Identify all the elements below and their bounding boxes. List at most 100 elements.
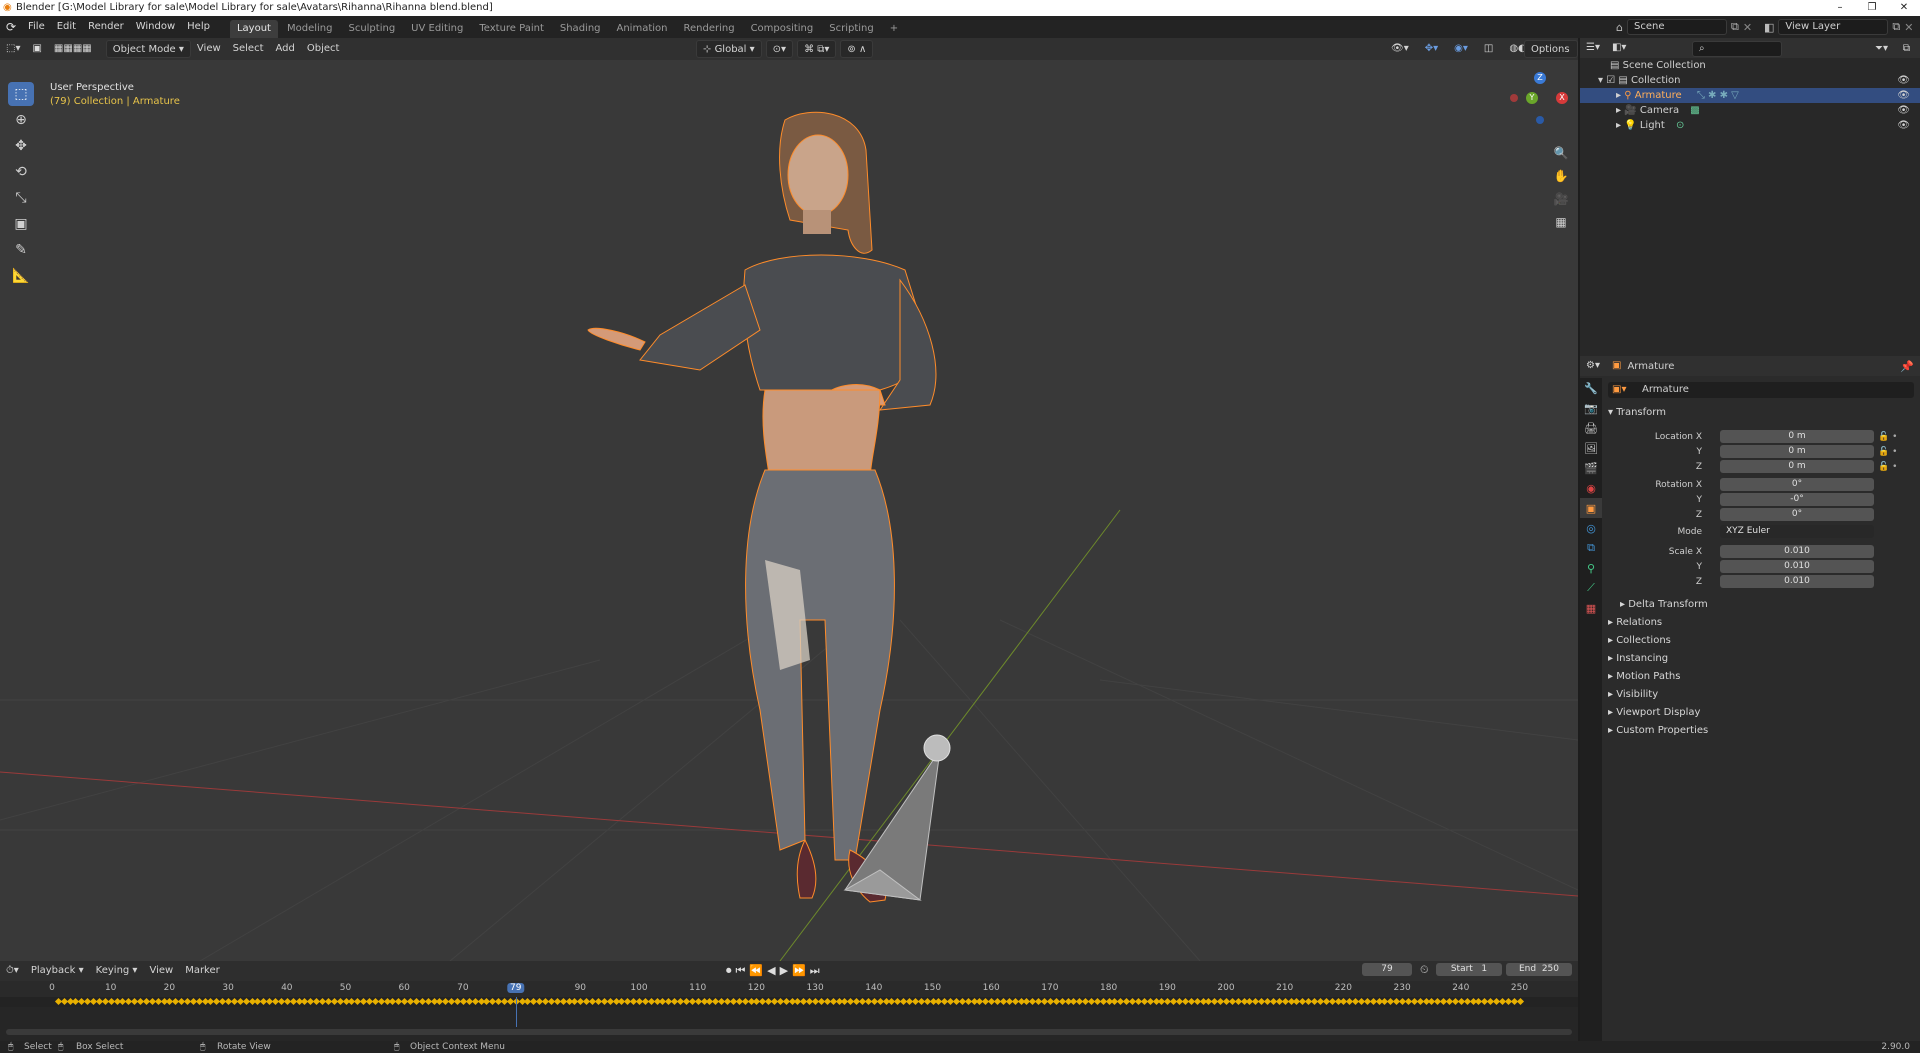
proportional-editing-icon[interactable]: ⊚ ∧ — [840, 40, 874, 58]
add-workspace-button[interactable]: + — [883, 20, 905, 38]
new-view-layer-icon[interactable]: ⧉ — [1892, 20, 1900, 34]
expand-icon[interactable]: ▾ — [1598, 75, 1603, 86]
snap-icon[interactable]: ⌘ ⧉▾ — [797, 40, 837, 58]
texture-tab-icon[interactable]: ▦ — [1580, 598, 1602, 618]
display-mode-icon[interactable]: ◧▾ — [1606, 39, 1632, 57]
timeline-editor-icon[interactable]: ⏱▾ — [0, 962, 25, 980]
filter-icon[interactable]: ⏷▾ — [1869, 40, 1894, 58]
gizmo-z-axis[interactable]: Z — [1534, 72, 1546, 84]
bone-tab-icon[interactable]: ⟋ — [1580, 578, 1602, 598]
scale-y-field[interactable]: 0.010 — [1720, 560, 1874, 573]
timeline-menu-playback[interactable]: Playback ▾ — [25, 962, 90, 980]
jump-start-icon[interactable]: ⏮ — [736, 964, 746, 978]
constraints-tab-icon[interactable]: ⧉ — [1580, 538, 1602, 558]
panel-viewport-display[interactable]: ▸ Viewport Display — [1608, 704, 1908, 722]
playhead-line[interactable] — [515, 997, 517, 1027]
maximize-button[interactable]: ❐ — [1856, 0, 1888, 16]
menu-help[interactable]: Help — [181, 16, 216, 38]
outliner-editor-icon[interactable]: ☰▾ — [1580, 39, 1606, 57]
panel-relations[interactable]: ▸ Relations — [1608, 614, 1908, 632]
scale-x-field[interactable]: 0.010 — [1720, 545, 1874, 558]
panel-visibility[interactable]: ▸ Visibility — [1608, 686, 1908, 704]
transform-panel-header[interactable]: ▾ Transform — [1608, 404, 1908, 422]
gizmo-neg-z[interactable] — [1536, 116, 1544, 124]
new-collection-icon[interactable]: ⧉ — [1897, 40, 1916, 58]
view-layer-field[interactable]: View Layer — [1778, 19, 1889, 35]
selection-modes-icon[interactable]: ▦▦▦▦ — [48, 40, 98, 58]
play-reverse-icon[interactable]: ◀ — [767, 964, 775, 978]
gizmo-neg-x[interactable] — [1510, 94, 1518, 102]
frame-ruler[interactable]: 0 10 20 30 40 50 60 70 79 90 100 110 120 130 140 150 160… — [0, 981, 1578, 997]
view-layer-tab-icon[interactable]: 🖼 — [1580, 438, 1602, 458]
current-frame-field[interactable]: 79 — [1362, 963, 1412, 976]
transform-tool[interactable]: ▣ — [8, 212, 34, 236]
select-mode-icon[interactable]: ▣ — [26, 40, 47, 58]
preview-range-icon[interactable]: ⏲ — [1420, 963, 1429, 977]
jump-end-icon[interactable]: ⏭ — [810, 964, 820, 978]
outliner-item-camera[interactable]: ▸ 🎥 Camera ▩ 👁 — [1580, 103, 1920, 118]
editor-type-icon[interactable]: ⬚▾ — [0, 40, 26, 58]
render-tab-icon[interactable]: 📷 — [1580, 398, 1602, 418]
tab-sculpting[interactable]: Sculpting — [341, 20, 402, 38]
viewport-menu-object[interactable]: Object — [301, 40, 346, 58]
cursor-tool[interactable]: ⊕ — [8, 108, 34, 132]
remove-view-layer-icon[interactable]: ✕ — [1904, 21, 1913, 34]
tab-shading[interactable]: Shading — [553, 20, 608, 38]
expand-icon[interactable]: ▸ — [1616, 90, 1621, 101]
overlays-icon[interactable]: ◉▾ — [1448, 40, 1474, 58]
object-name-field[interactable]: ▣▾ Armature — [1608, 382, 1914, 398]
keyframe-track[interactable] — [0, 997, 1578, 1007]
menu-render[interactable]: Render — [82, 16, 130, 38]
viewport-menu-select[interactable]: Select — [227, 40, 270, 58]
physics-tab-icon[interactable]: ◎ — [1580, 518, 1602, 538]
visibility-eye-icon[interactable]: 👁 — [1897, 73, 1910, 88]
close-button[interactable]: ✕ — [1888, 0, 1920, 16]
location-z-field[interactable]: 0 m — [1720, 460, 1874, 473]
object-tab-icon[interactable]: ▣ — [1580, 498, 1602, 518]
tab-scripting[interactable]: Scripting — [822, 20, 880, 38]
move-tool[interactable]: ✥ — [8, 134, 34, 158]
scale-z-field[interactable]: 0.010 — [1720, 575, 1874, 588]
visibility-eye-icon[interactable]: 👁 — [1897, 103, 1910, 118]
viewport-menu-add[interactable]: Add — [270, 40, 301, 58]
visibility-eye-icon[interactable]: 👁 — [1897, 88, 1910, 103]
annotate-tool[interactable]: ✎ — [8, 238, 34, 262]
tab-layout[interactable]: Layout — [229, 20, 278, 38]
scene-name-field[interactable]: Scene — [1626, 19, 1727, 35]
visibility-eye-icon[interactable]: 👁 — [1897, 118, 1910, 133]
expand-icon[interactable]: ▸ — [1616, 120, 1621, 131]
end-frame-field[interactable]: End 250 — [1506, 963, 1572, 976]
menu-file[interactable]: File — [22, 16, 51, 38]
outliner-item-scene-collection[interactable]: ▤ Scene Collection — [1580, 58, 1920, 73]
minimize-button[interactable]: – — [1824, 0, 1856, 16]
3d-viewport[interactable]: ⬚ ⊕ ✥ ⟲ ⤡ ▣ ✎ 📐 User Perspective (79) Co… — [0, 60, 1578, 961]
outliner-item-light[interactable]: ▸ 💡 Light ⊙ 👁 — [1580, 118, 1920, 133]
panel-motion-paths[interactable]: ▸ Motion Paths — [1608, 668, 1908, 686]
tab-modeling[interactable]: Modeling — [280, 20, 340, 38]
outliner-search-input[interactable]: ⌕ — [1692, 41, 1782, 57]
menu-edit[interactable]: Edit — [51, 16, 82, 38]
lock-icon[interactable]: 🔓 • — [1878, 460, 1908, 475]
rotation-y-field[interactable]: -0° — [1720, 493, 1874, 506]
measure-tool[interactable]: 📐 — [8, 264, 34, 288]
ortho-grid-icon[interactable]: ▦ — [1550, 211, 1572, 233]
panel-instancing[interactable]: ▸ Instancing — [1608, 650, 1908, 668]
menu-window[interactable]: Window — [130, 16, 181, 38]
timeline-menu-view[interactable]: View — [143, 962, 179, 980]
next-keyframe-icon[interactable]: ⏩ — [792, 964, 806, 978]
rotation-z-field[interactable]: 0° — [1720, 508, 1874, 521]
play-icon[interactable]: ▶ — [780, 964, 788, 978]
prev-keyframe-icon[interactable]: ⏪ — [749, 964, 763, 978]
visibility-icon[interactable]: 👁▾ — [1385, 40, 1415, 58]
rotation-mode-dropdown[interactable]: XYZ Euler — [1720, 525, 1874, 538]
panel-collections[interactable]: ▸ Collections — [1608, 632, 1908, 650]
timeline-menu-keying[interactable]: Keying ▾ — [90, 962, 144, 980]
tab-texture-paint[interactable]: Texture Paint — [472, 20, 551, 38]
panel-custom-properties[interactable]: ▸ Custom Properties — [1608, 722, 1908, 740]
properties-editor-icon[interactable]: ⚙▾ — [1580, 357, 1606, 375]
remove-scene-icon[interactable]: ✕ — [1743, 21, 1752, 34]
scene-tab-icon[interactable]: 🎬 — [1580, 458, 1602, 478]
outliner-item-collection[interactable]: ▾ ☑ ▤ Collection 👁 — [1580, 73, 1920, 88]
zoom-icon[interactable]: 🔍 — [1550, 142, 1572, 164]
output-tab-icon[interactable]: 🖨 — [1580, 418, 1602, 438]
